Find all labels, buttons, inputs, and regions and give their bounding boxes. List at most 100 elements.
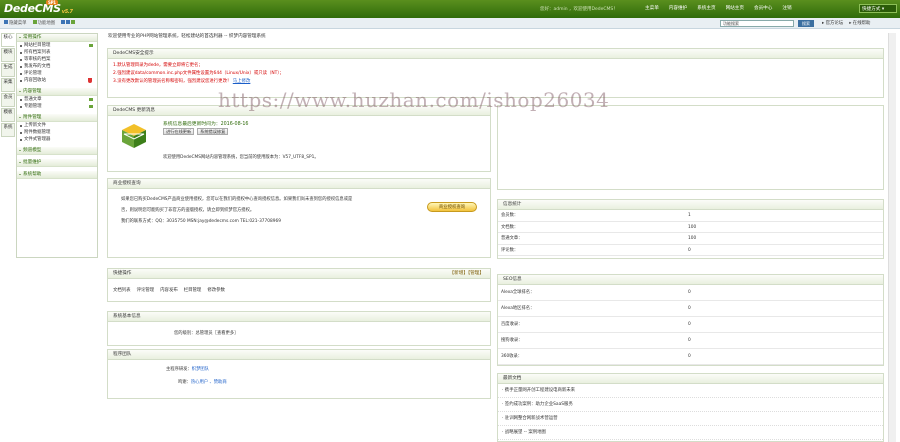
nav-logout[interactable]: 注销 [782,5,791,11]
tab-members[interactable]: 会员 [1,93,15,107]
license-panel: 商业授权查询 如果您已购买DedeCMS产品商业使用授权，您可以在我们的授权中心… [107,178,491,258]
quick-settings[interactable]: 修改参数 [207,287,225,293]
top-nav: 主菜单 内容维护 系统主页 网站主页 会员中心 注销 [645,5,792,11]
menu-item-articles[interactable]: 普通文章 [17,96,97,103]
tab-generate[interactable]: 生成 [1,63,15,77]
menu-item-topics[interactable]: 专题管理 [17,103,97,110]
hide-menu-icon [4,20,8,24]
menu-group-attachments[interactable]: 附件管理 [17,114,97,122]
nav-content[interactable]: 内容维护 [669,5,687,11]
vertical-tabs: 核心 模块 生成 采集 会员 模板 系统 [1,33,15,138]
add-icon[interactable] [89,44,93,47]
quick-ops-panel: 快捷操作 【新增】【管理】 文档列表 评论管理 内容发布 栏目管理 修改参数 [107,268,491,302]
seo-row: 360收录： 0 [498,349,883,365]
panel-title: 商业授权查询 [108,179,490,189]
menu-item-upload[interactable]: 上传新文件 [17,122,97,129]
level-value[interactable]: 总管理员［查看更多］ [195,331,238,336]
sysinfo-panel: 系统基本信息 您的级别：总管理员［查看更多］ [107,311,491,346]
quick-category-manage[interactable]: 栏目管理 [184,287,202,293]
tab-collect[interactable]: 采集 [1,78,15,92]
function-map-button[interactable]: 功能地图 [32,20,55,26]
error-fix-button[interactable]: 系统错误修复 [197,128,229,135]
sub-toolbar: 隐藏菜单 功能地图 功能搜索 搜索 ▸ 官方论坛 ▸ 在线帮助 [0,18,900,29]
tab-modules[interactable]: 模块 [1,48,15,62]
welcome-text: 欢迎使用专业的PHP网站管理系统，轻松建站的首选利器 -- 织梦内容管理系统 [108,34,266,39]
seo-row: Alexa全球排名： 0 [498,285,883,301]
menu-item-file-manager[interactable]: 文件式管理器 [17,136,97,143]
tab-core[interactable]: 核心 [1,33,15,47]
function-search-input[interactable]: 功能搜索 [720,20,794,27]
menu-item-all-docs[interactable]: 所有档案列表 [17,49,97,56]
dedecms-cube-icon [122,124,146,148]
thanks-value[interactable]: 热心用户 、赞助商 [191,380,227,385]
menu-group-content[interactable]: 内容管理 [17,88,97,96]
panel-title: 信息统计 [498,200,883,210]
layout-icon-2 [66,20,71,24]
stat-row: 文档数： 100 [498,222,883,233]
doc-link[interactable]: · 携手正量网开创工程建设电商新未来 [498,384,883,398]
nav-main-menu[interactable]: 主菜单 [645,5,659,11]
menu-group-help[interactable]: 系统帮助 [17,171,97,179]
layout-icon-3 [71,20,76,24]
menu-item-recycle[interactable]: 内容回收站 [17,77,97,84]
security-tip-1: 1.默认管理目录为dede，需要立即将它更名； [113,63,203,68]
nav-system-home[interactable]: 系统主页 [697,5,715,11]
security-tip-2: 2.强烈建议data/common.inc.php文件属性设置为644（Linu… [113,71,284,76]
dev-value[interactable]: 织梦团队 [192,367,209,372]
menu-item-my-docs[interactable]: 我发布的文档 [17,63,97,70]
vertical-scrollbar[interactable] [888,33,896,442]
stat-row: 会员数： 1 [498,210,883,222]
tab-system[interactable]: 系统 [1,123,15,137]
seo-panel: SEO信息 Alexa全球排名： 0 Alexa地区排名： 0 百度收录： 0 搜狗收… [497,274,884,366]
last-update-time: 系统信息最后更新时间为：2016-08-16 [163,122,249,127]
watermark-text: https://www.huzhan.com/ishop26034 [218,88,610,112]
menu-item-comments[interactable]: 评论管理 [17,70,97,77]
main-content: 欢迎使用专业的PHP网站管理系统，轻松建站的首选利器 -- 织梦内容管理系统 [104,33,894,41]
panel-title: 最新文档 [498,374,883,384]
shield-icon [88,78,92,83]
doc-link[interactable]: · 驻训网整合网新战术营运营 [498,412,883,426]
add-manage-links[interactable]: 【新增】【管理】 [450,269,484,279]
logo: DedeCMSv5.7 SP1 [4,0,73,15]
official-forum-link[interactable]: ▸ 官方论坛 [822,20,843,26]
latest-docs-panel: 最新文档 · 携手正量网开创工程建设电商新未来 · 签约成功案例：助力企业Saa… [497,373,884,442]
stat-row: 普通文章： 100 [498,233,883,245]
tab-templates[interactable]: 模板 [1,108,15,122]
quick-doc-list[interactable]: 文档列表 [113,287,131,293]
nav-site-home[interactable]: 网站主页 [726,5,744,11]
quick-publish[interactable]: 内容发布 [160,287,178,293]
online-help-link[interactable]: ▸ 在线帮助 [849,20,870,26]
menu-item-category-manage[interactable]: 网站栏目管理 [17,42,97,49]
license-query-button[interactable]: 商业授权查询 [427,202,477,212]
seo-row: 百度收录： 0 [498,317,883,333]
menu-item-pending-docs[interactable]: 等审核的档案 [17,56,97,63]
doc-link[interactable]: · 战略展望 -- 案例地图 [498,426,883,440]
license-text-1: 如果您已购买DedeCMS产品商业使用授权，您可以在我们的授权中心查询授权信息。… [121,197,353,202]
user-welcome: 您好：admin ，欢迎使用DedeCMS！ [540,7,618,12]
quick-comment-manage[interactable]: 评论管理 [137,287,155,293]
add-icon[interactable] [89,98,93,101]
add-icon[interactable] [89,105,93,108]
doc-link[interactable]: · 签约成功案例：助力企业SaaS服务 [498,398,883,412]
panel-title: SEO信息 [498,275,883,285]
nav-member-center[interactable]: 会员中心 [754,5,772,11]
hide-menu-button[interactable]: 隐藏菜单 [4,20,27,26]
layout-icons[interactable] [61,20,76,26]
layout-icon [61,20,66,24]
change-now-link[interactable]: 马上修改 [233,79,251,84]
security-tip-3: 3.没有更改默认的管理员名称和密码，强烈建议您进行更改！ [113,79,232,84]
quick-shortcuts-select[interactable]: 快捷方式 ▾ [859,4,897,13]
menu-group-common[interactable]: 常用操作 [17,34,97,42]
search-button[interactable]: 搜索 [798,20,814,27]
level-label: 您的级别： [174,331,196,336]
map-icon [32,20,37,24]
online-update-button[interactable]: 进行在线更新 [163,128,195,135]
left-menu: 常用操作 网站栏目管理 所有档案列表 等审核的档案 我发布的文档 评论管理 内容… [16,33,98,258]
menu-group-channel-models[interactable]: 频道模型 [17,147,97,155]
version-text: 欢迎使用DedeCMS网站内容管理系统，您当前的使用版本为：V57_UTF8_S… [163,155,319,160]
panel-title: DedeCMS安全提示 [108,49,883,59]
panel-title: 快捷操作 【新增】【管理】 [108,269,490,279]
menu-item-attach-data[interactable]: 附件数据管理 [17,129,97,136]
menu-group-batch[interactable]: 批量维护 [17,159,97,167]
notice-panel [497,105,884,190]
